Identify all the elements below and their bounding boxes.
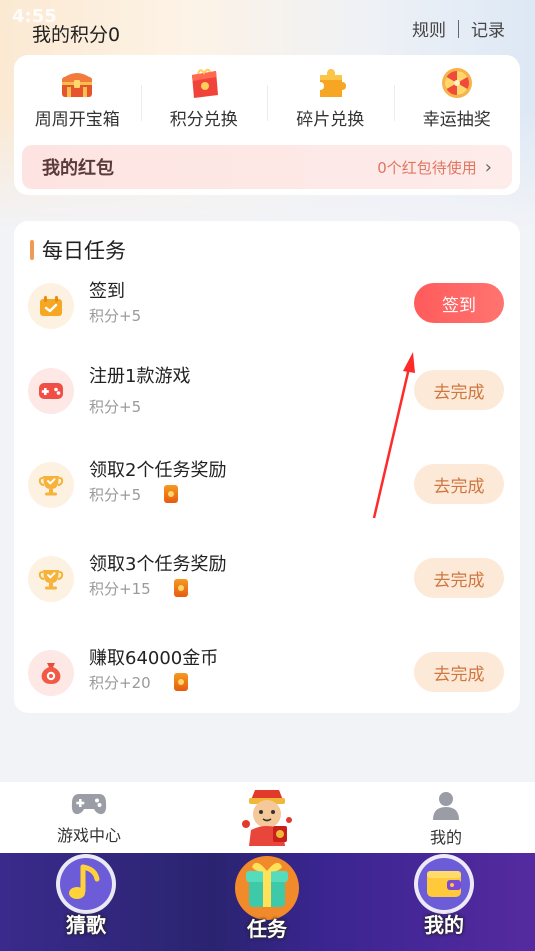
tab-label: 我的 xyxy=(424,913,464,937)
gamepad-icon xyxy=(28,368,74,414)
task-points: 积分+5 xyxy=(89,486,142,504)
task-name: 领取3个任务奖励 xyxy=(89,554,227,575)
exchange-item-points[interactable]: 积分兑换 xyxy=(140,67,268,139)
task-row: 签到 积分+5 签到 xyxy=(14,273,520,337)
exchange-item-fragments[interactable]: 碎片兑换 xyxy=(267,67,394,139)
chevron-right-icon: › xyxy=(484,156,492,178)
exchange-label: 积分兑换 xyxy=(169,110,238,130)
task-name: 领取2个任务奖励 xyxy=(89,460,227,481)
exchange-label: 碎片兑换 xyxy=(296,110,365,130)
bottom-nav: 游戏中心 我的 xyxy=(0,782,535,854)
wallet-icon xyxy=(414,854,474,914)
tabbar: 猜歌 任务 我的 xyxy=(0,853,535,951)
tab-mine[interactable]: 我的 xyxy=(374,853,514,951)
puzzle-piece-icon xyxy=(320,69,347,97)
redpacket-row[interactable]: 我的红包 0个红包待使用 › xyxy=(22,145,512,189)
money-bag-icon xyxy=(28,650,74,696)
header-divider xyxy=(458,19,459,38)
tasks-title: 每日任务 xyxy=(42,239,126,263)
tab-label: 任务 xyxy=(247,917,287,941)
trophy-icon xyxy=(28,556,74,602)
task-points: 积分+5 xyxy=(89,398,142,416)
points-title: 我的积分0 xyxy=(32,24,121,46)
tab-tasks[interactable]: 任务 xyxy=(197,853,337,951)
nav-mascot[interactable] xyxy=(197,786,337,848)
exchange-label: 幸运抽奖 xyxy=(422,110,491,130)
redpacket-title: 我的红包 xyxy=(42,158,114,179)
task-row: 领取2个任务奖励 积分+5 去完成 xyxy=(14,452,520,516)
task-name: 赚取64000金币 xyxy=(89,648,219,669)
records-link[interactable]: 记录 xyxy=(471,16,505,41)
go-complete-button[interactable]: 去完成 xyxy=(414,464,504,504)
task-row: 注册1款游戏 积分+5 去完成 xyxy=(14,358,520,422)
exchange-item-treasure[interactable]: 周周开宝箱 xyxy=(14,67,141,139)
redpacket-right: 0个红包待使用 › xyxy=(377,157,492,178)
task-name: 注册1款游戏 xyxy=(89,366,191,387)
task-points: 积分+5 xyxy=(89,307,142,325)
checkin-button[interactable]: 签到 xyxy=(414,283,504,323)
daily-tasks-card: 每日任务 签到 积分+5 签到 注册1款游戏 积分+5 去完成 领取2个任务奖励… xyxy=(14,221,520,713)
redpacket-badge-icon xyxy=(174,579,188,597)
go-complete-button[interactable]: 去完成 xyxy=(414,558,504,598)
user-icon xyxy=(433,792,459,820)
task-row: 领取3个任务奖励 积分+15 去完成 xyxy=(14,546,520,610)
nav-mine[interactable]: 我的 xyxy=(376,790,516,848)
gamepad-icon xyxy=(71,794,107,815)
redpacket-status: 0个红包待使用 xyxy=(377,158,477,177)
tasks-header: 每日任务 xyxy=(30,235,126,265)
exchange-card: 周周开宝箱 积分兑换 碎片兑换 幸运抽奖 我的红包 0个红包待使用 › xyxy=(14,55,520,195)
go-complete-button[interactable]: 去完成 xyxy=(414,370,504,410)
tab-guess-song[interactable]: 猜歌 xyxy=(16,853,156,951)
lucky-wheel-icon xyxy=(441,68,472,98)
gift-box-icon xyxy=(191,68,218,98)
go-complete-button[interactable]: 去完成 xyxy=(414,652,504,692)
rules-link[interactable]: 规则 xyxy=(412,16,446,41)
music-note-icon xyxy=(56,854,116,914)
mascot-icon xyxy=(242,790,292,846)
tab-label: 猜歌 xyxy=(66,913,106,937)
task-row: 赚取64000金币 积分+20 去完成 xyxy=(14,640,520,704)
exchange-items: 周周开宝箱 积分兑换 碎片兑换 幸运抽奖 xyxy=(14,67,520,139)
nav-game-center[interactable]: 游戏中心 xyxy=(19,790,159,846)
trophy-icon xyxy=(28,462,74,508)
task-name: 签到 xyxy=(89,281,125,302)
redpacket-badge-icon xyxy=(174,673,188,691)
task-points: 积分+15 xyxy=(89,580,151,598)
nav-label: 游戏中心 xyxy=(56,826,121,845)
header-links: 规则 记录 xyxy=(412,16,505,41)
nav-label: 我的 xyxy=(429,828,462,847)
treasure-chest-icon xyxy=(62,73,93,97)
exchange-item-lottery[interactable]: 幸运抽奖 xyxy=(393,67,521,139)
task-points: 积分+20 xyxy=(89,674,151,692)
title-accent-bar xyxy=(30,240,34,260)
calendar-check-icon xyxy=(28,283,74,329)
exchange-label: 周周开宝箱 xyxy=(34,110,120,130)
redpacket-badge-icon xyxy=(164,485,178,503)
